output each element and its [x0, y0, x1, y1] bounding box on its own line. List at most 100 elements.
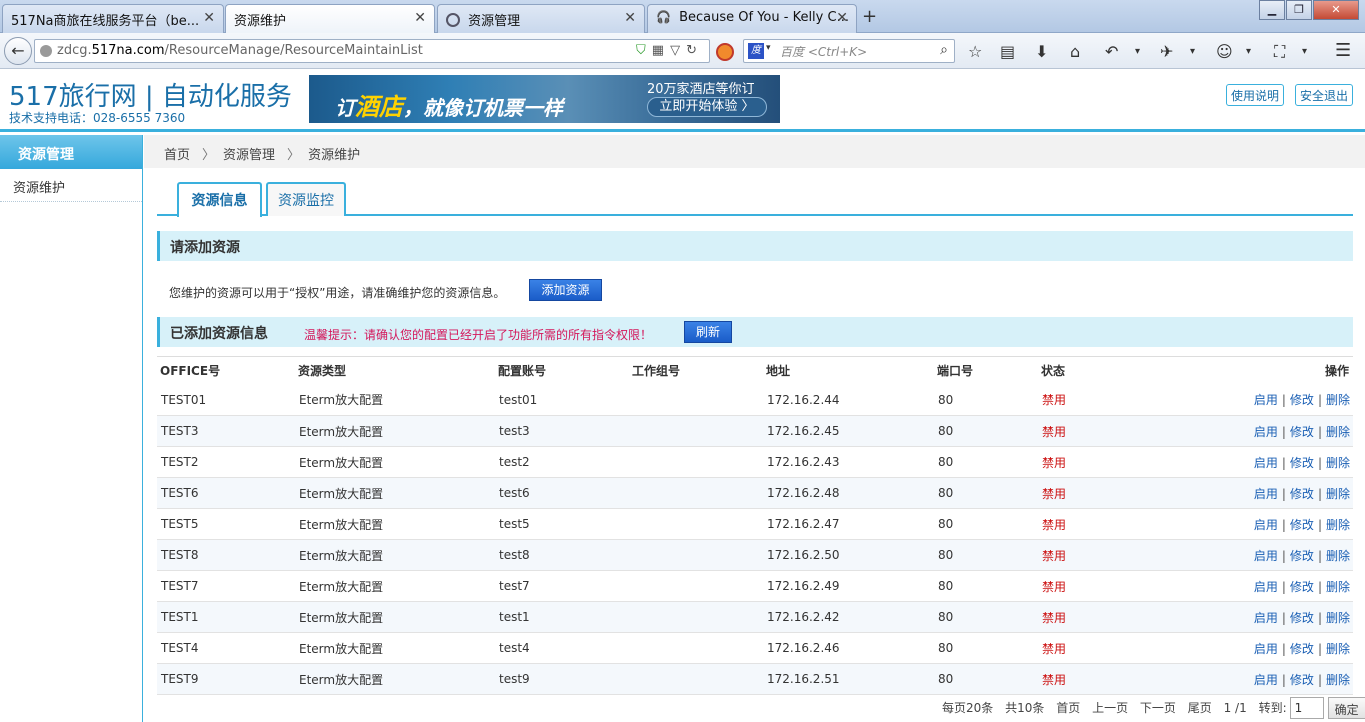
edit-link[interactable]: 修改 [1290, 580, 1314, 594]
edit-link[interactable]: 修改 [1290, 518, 1314, 532]
chevron-down-icon[interactable]: ▾ [1135, 46, 1140, 57]
separator: | [1317, 424, 1322, 439]
table-row: TEST5 Eterm放大配置 test5 172.16.2.47 80 禁用 启用 | 修改 |… [157, 508, 1353, 540]
pager-last[interactable]: 尾页 [1188, 701, 1212, 715]
window-close-icon[interactable]: ✕ [1313, 0, 1359, 20]
browser-tab-517na[interactable]: 517Na商旅在线服务平台（be... ✕ [2, 4, 224, 33]
chevron-down-icon[interactable]: ▾ [766, 43, 771, 53]
edit-link[interactable]: 修改 [1290, 393, 1314, 407]
search-input[interactable]: 度 ▾ 百度 <Ctrl+K> ⌕ [743, 39, 955, 63]
enable-link[interactable]: 启用 [1254, 393, 1278, 407]
star-icon[interactable]: ☆ [968, 42, 982, 61]
chevron-down-icon[interactable]: ▾ [1246, 46, 1251, 57]
browser-tab-resource-manage[interactable]: 资源管理 ✕ [437, 4, 645, 33]
cell-status: 禁用 [1042, 517, 1067, 532]
pager-prev[interactable]: 上一页 [1092, 701, 1128, 715]
delete-link[interactable]: 删除 [1326, 611, 1350, 625]
browser-tab-resource-maintain[interactable]: 资源维护 ✕ [225, 4, 435, 34]
separator: | [1281, 641, 1286, 656]
cell-office: TEST2 [161, 455, 199, 469]
reload-icon[interactable]: ↻ [686, 43, 703, 58]
crop-icon[interactable]: ⛶ [1274, 42, 1285, 62]
enable-link[interactable]: 启用 [1254, 673, 1278, 687]
reading-list-icon[interactable]: ▤ [1000, 42, 1015, 61]
banner-cta-button[interactable]: 立即开始体验 〉 [647, 97, 767, 117]
page-jump-input[interactable]: 1 [1289, 697, 1324, 719]
home-icon[interactable]: ⌂ [1070, 42, 1080, 61]
edit-link[interactable]: 修改 [1290, 642, 1314, 656]
cell-account: test3 [499, 424, 530, 438]
delete-link[interactable]: 删除 [1326, 456, 1350, 470]
chevron-down-icon[interactable]: ▾ [1302, 46, 1307, 57]
qrcode-icon[interactable]: ▦ [652, 43, 670, 58]
pager-first[interactable]: 首页 [1056, 701, 1080, 715]
sidebar-item-resource-maintain[interactable]: 资源维护 [0, 169, 142, 202]
enable-link[interactable]: 启用 [1254, 580, 1278, 594]
content-tabs: 资源信息 资源监控 [157, 182, 1353, 217]
breadcrumb-home[interactable]: 首页 [164, 148, 190, 163]
delete-link[interactable]: 删除 [1326, 642, 1350, 656]
page-jump-ok-button[interactable]: 确定 [1327, 697, 1365, 719]
edit-link[interactable]: 修改 [1290, 673, 1314, 687]
search-icon[interactable]: ⌕ [940, 42, 948, 58]
help-button[interactable]: 使用说明 [1226, 84, 1285, 106]
separator: | [1317, 455, 1322, 470]
cell-port: 80 [938, 455, 954, 469]
enable-link[interactable]: 启用 [1254, 642, 1278, 656]
edit-link[interactable]: 修改 [1290, 487, 1314, 501]
face-icon[interactable]: ☺ [1216, 42, 1233, 61]
menu-icon[interactable]: ☰ [1335, 40, 1351, 61]
download-icon[interactable]: ⬇ [1035, 42, 1048, 61]
close-icon[interactable]: ✕ [203, 10, 215, 26]
tab-resource-monitor[interactable]: 资源监控 [266, 182, 346, 216]
maximize-icon[interactable]: ❐ [1286, 0, 1312, 20]
adblock-icon[interactable] [716, 43, 734, 61]
chevron-right-icon: 〉 [202, 148, 216, 163]
edit-link[interactable]: 修改 [1290, 549, 1314, 563]
edit-link[interactable]: 修改 [1290, 425, 1314, 439]
refresh-button[interactable]: 刷新 [684, 321, 732, 343]
breadcrumb-resource-manage[interactable]: 资源管理 [223, 148, 275, 163]
minimize-icon[interactable]: ▁ [1259, 0, 1285, 20]
enable-link[interactable]: 启用 [1254, 456, 1278, 470]
address-bar[interactable]: zdcg.517na.com/ResourceManage/ResourceMa… [34, 39, 710, 63]
enable-link[interactable]: 启用 [1254, 518, 1278, 532]
history-back-icon[interactable]: ↶ [1105, 42, 1118, 61]
edit-link[interactable]: 修改 [1290, 456, 1314, 470]
delete-link[interactable]: 删除 [1326, 487, 1350, 501]
cell-account: test1 [499, 610, 530, 624]
hotel-ad-banner[interactable]: 订酒店，就像订机票一样 20万家酒店等你订 立即开始体验 〉 [309, 75, 780, 123]
dropdown-icon[interactable]: ▽ [670, 43, 686, 58]
enable-link[interactable]: 启用 [1254, 611, 1278, 625]
add-resource-button[interactable]: 添加资源 [529, 279, 602, 301]
delete-link[interactable]: 删除 [1326, 518, 1350, 532]
logout-button[interactable]: 安全退出 [1295, 84, 1354, 106]
addon-icon[interactable]: ✈ [1160, 42, 1173, 61]
close-icon[interactable]: ✕ [624, 10, 636, 26]
cell-port: 80 [938, 392, 954, 407]
delete-link[interactable]: 删除 [1326, 673, 1350, 687]
cell-account: test5 [499, 517, 530, 531]
delete-link[interactable]: 删除 [1326, 425, 1350, 439]
pager-next[interactable]: 下一页 [1140, 701, 1176, 715]
delete-link[interactable]: 删除 [1326, 393, 1350, 407]
cell-type: Eterm放大配置 [299, 424, 384, 439]
table-header-row: OFFICE号 资源类型 配置账号 工作组号 地址 端口号 状态 操作 [157, 356, 1353, 385]
enable-link[interactable]: 启用 [1254, 425, 1278, 439]
close-icon[interactable]: ✕ [414, 10, 426, 26]
back-arrow-icon[interactable]: ← [4, 37, 32, 65]
banner-subtitle: 20万家酒店等你订 [647, 82, 755, 97]
browser-tab-music[interactable]: 🎧 Because Of You - Kelly C... ✕ [647, 4, 857, 33]
delete-link[interactable]: 删除 [1326, 549, 1350, 563]
chevron-down-icon[interactable]: ▾ [1190, 46, 1195, 57]
delete-link[interactable]: 删除 [1326, 580, 1350, 594]
new-tab-icon[interactable]: + [862, 6, 877, 27]
close-icon[interactable]: ✕ [836, 10, 848, 26]
tab-resource-info[interactable]: 资源信息 [177, 182, 262, 217]
sidebar-title[interactable]: 资源管理 [0, 135, 142, 169]
enable-link[interactable]: 启用 [1254, 487, 1278, 501]
site-logo[interactable]: 517旅行网 | 自动化服务 [9, 76, 292, 113]
shield-icon[interactable]: ⛉ [636, 43, 652, 58]
enable-link[interactable]: 启用 [1254, 549, 1278, 563]
edit-link[interactable]: 修改 [1290, 611, 1314, 625]
